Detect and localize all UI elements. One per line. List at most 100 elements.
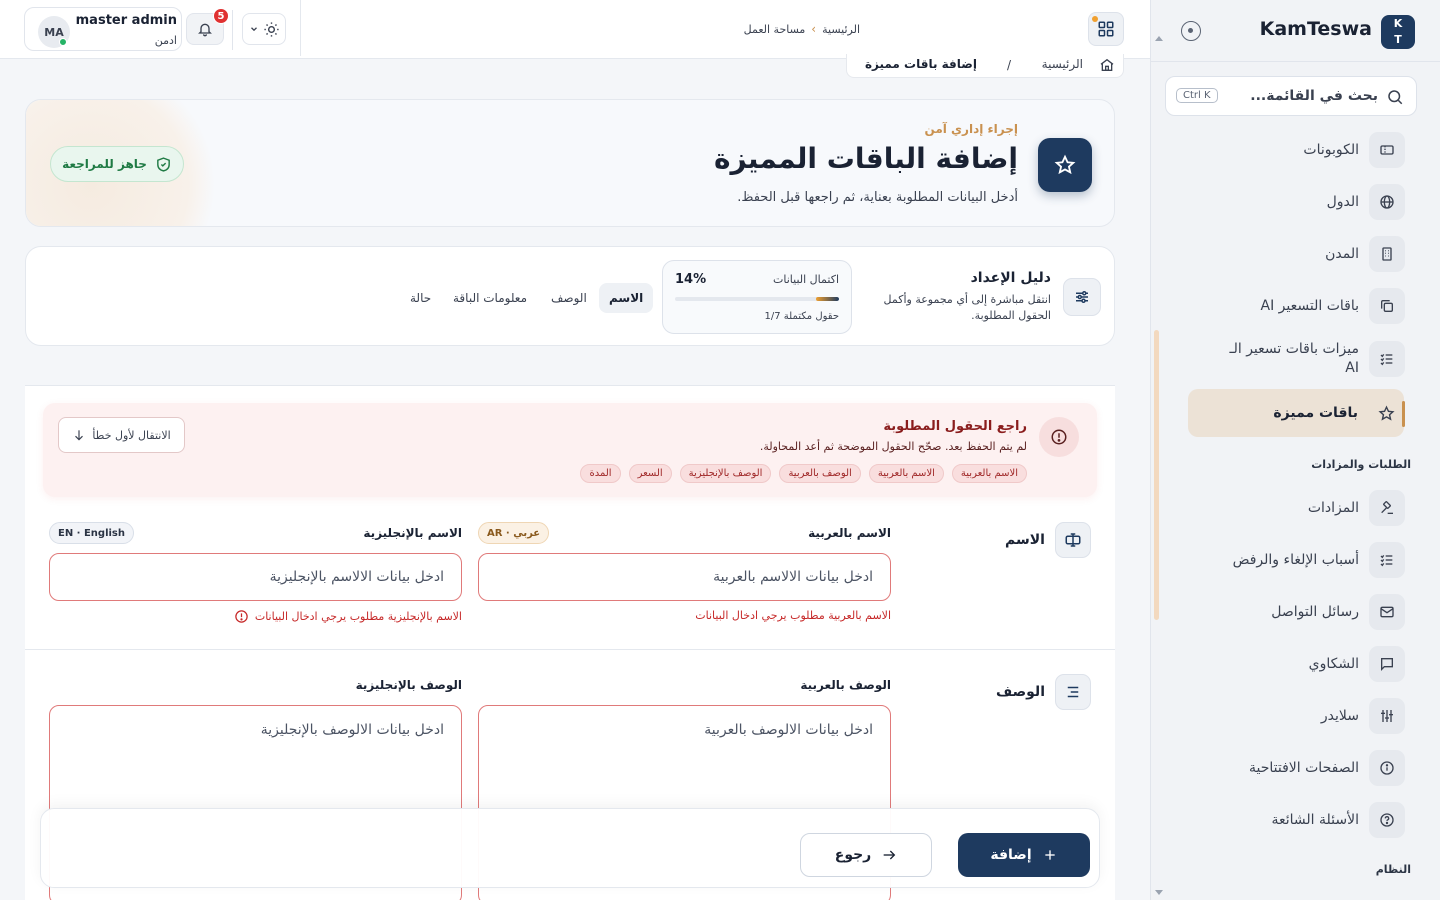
page-title: إضافة الباقات المميزة (713, 142, 1018, 175)
error-chip-list: الاسم بالعربية الاسم بالعربية الوصف بالع… (580, 464, 1027, 483)
tab-status[interactable]: حالة (400, 283, 441, 313)
copy-icon (1369, 288, 1405, 324)
shield-icon (155, 156, 172, 173)
sidebar-item-auctions[interactable]: المزادات (1189, 485, 1405, 531)
sidebar-item-coupons[interactable]: الكوبونات (1189, 127, 1405, 173)
name-ar-error: الاسم بالعربية مطلوب يرجي ادخال البيانات (695, 609, 891, 622)
sidebar-item-label: الدول (1326, 193, 1359, 210)
building-icon (1369, 236, 1405, 272)
name-ar-input[interactable]: ادخل بيانات الالاسم بالعربية (478, 553, 891, 601)
sidebar: K T KamTeswa بحث في القائمة... Ctrl K ال… (1150, 0, 1440, 900)
progress-label: اكتمال البيانات (773, 273, 839, 286)
sidebar-item-label: المدن (1325, 245, 1359, 262)
alert-circle-icon (1039, 417, 1079, 457)
page-hero: إجراء إداري آمن إضافة الباقات المميزة أد… (25, 99, 1115, 227)
name-ar-label: الاسم بالعربية (808, 526, 891, 540)
error-chip[interactable]: الوصف بالعربية (779, 464, 861, 483)
setup-guide: دليل الإعداد انتقل مباشرة إلى أي مجموعة … (25, 246, 1115, 346)
add-button-label: إضافة (990, 847, 1032, 863)
coupon-icon (1369, 132, 1405, 168)
sidebar-header: K T KamTeswa (1151, 0, 1440, 62)
form-actions-bar: إضافة رجوع (40, 808, 1100, 888)
name-en-input[interactable]: ادخل بيانات الالاسم بالإنجليزية (49, 553, 462, 601)
brand-logo[interactable]: K T (1381, 15, 1415, 49)
tab-description[interactable]: الوصف (541, 283, 597, 313)
sidebar-collapse-icon[interactable] (1181, 21, 1201, 41)
tab-name[interactable]: الاسم (599, 283, 654, 313)
breadcrumb-home-link[interactable]: الرئيسية (822, 23, 860, 36)
notifications-button[interactable]: 5 (186, 8, 229, 45)
sidebar-item-label: الكوبونات (1303, 141, 1359, 158)
home-icon[interactable] (1099, 57, 1115, 73)
completion-progress-card: اكتمال البيانات 14% 1/7 حقول مكتملة (662, 260, 852, 334)
sidebar-item-contact-messages[interactable]: رسائل التواصل (1189, 589, 1405, 635)
validation-alert: راجع الحقول المطلوبة لم يتم الحفظ بعد. ص… (43, 403, 1097, 497)
scroll-up-icon[interactable] (1155, 36, 1163, 41)
sidebar-item-countries[interactable]: الدول (1189, 179, 1405, 225)
user-role: ادمن (154, 34, 177, 47)
sidebar-item-ai-pricing[interactable]: باقات التسعير AI (1189, 283, 1405, 329)
error-chip[interactable]: المدة (580, 464, 621, 483)
sidebar-item-label: الأسئلة الشائعة (1271, 811, 1360, 828)
sidebar-item-label: أسباب الإلغاء والرفض (1232, 551, 1359, 568)
description-section-header: الوصف (996, 674, 1091, 710)
chevron-left-icon: › (811, 22, 817, 36)
add-button[interactable]: إضافة (958, 833, 1090, 877)
star-icon (1368, 395, 1404, 431)
sidebar-search-input[interactable]: بحث في القائمة... (1250, 88, 1378, 104)
error-chip[interactable]: الوصف بالإنجليزية (679, 464, 772, 483)
sidebar-item-featured-packages[interactable]: باقات مميزة (1188, 389, 1405, 437)
sliders-icon (1063, 278, 1101, 316)
sidebar-item-faq[interactable]: الأسئلة الشائعة (1189, 797, 1405, 843)
search-shortcut-badge: Ctrl K (1176, 88, 1218, 103)
sidebar-item-slider[interactable]: سلايدر (1189, 693, 1405, 739)
back-button-label: رجوع (834, 847, 872, 863)
description-ar-label: الوصف بالعربية (800, 678, 891, 692)
progress-percent: 14% (675, 272, 707, 287)
sidebar-item-complaints[interactable]: الشكاوي (1189, 641, 1405, 687)
name-section-label: الاسم (1005, 532, 1045, 548)
guide-title: دليل الإعداد (970, 270, 1051, 286)
sidebar-search[interactable]: بحث في القائمة... Ctrl K (1165, 76, 1417, 116)
bell-icon (197, 21, 213, 37)
lang-tag-ar: AR · عربي (478, 522, 550, 544)
error-chip[interactable]: السعر (628, 464, 672, 483)
brand-name: KamTeswa (1259, 18, 1372, 40)
align-text-icon (1055, 674, 1091, 710)
theme-toggle-button[interactable] (242, 13, 286, 45)
guide-subtitle: انتقل مباشرة إلى أي مجموعة وأكمل الحقول … (883, 293, 1051, 322)
sidebar-item-label: الصفحات الافتتاحية (1249, 759, 1359, 776)
sidebar-item-label: باقات التسعير AI (1260, 297, 1360, 314)
sidebar-item-ai-pricing-features[interactable]: ميزات باقات تسعير الـ AI (1189, 335, 1405, 383)
tab-package-info[interactable]: معلومات الباقة (443, 283, 537, 313)
error-chip[interactable]: الاسم بالعربية (868, 464, 944, 483)
arrow-down-icon (72, 428, 86, 442)
gavel-icon (1369, 490, 1405, 526)
section-divider (25, 649, 1115, 650)
name-section-header: الاسم (1005, 522, 1091, 558)
apps-grid-button[interactable] (1088, 12, 1124, 46)
notification-count-badge: 5 (213, 8, 229, 24)
jump-to-first-error-label: الانتقال لأول خطأ (92, 428, 171, 442)
hero-star-icon (1038, 138, 1092, 192)
user-menu[interactable]: MA master admin ادمن (24, 7, 182, 51)
list-check-icon (1369, 341, 1405, 377)
sidebar-item-cities[interactable]: المدن (1189, 231, 1405, 277)
sidebar-item-onboarding[interactable]: الصفحات الافتتاحية (1189, 745, 1405, 791)
progress-count: 1/7 حقول مكتملة (764, 311, 839, 322)
jump-to-first-error-button[interactable]: الانتقال لأول خطأ (58, 417, 185, 453)
page-subtitle: أدخل البيانات المطلوبة بعناية، ثم راجعها… (737, 190, 1018, 205)
ready-status-label: جاهز للمراجعة (62, 157, 147, 171)
hero-kicker: إجراء إداري آمن (924, 122, 1018, 136)
sidebar-item-label: ميزات باقات تسعير الـ AI (1229, 341, 1359, 376)
name-en-error-text: الاسم بالإنجليزية مطلوب يرجي ادخال البيا… (254, 610, 462, 623)
sidebar-item-cancel-reasons[interactable]: أسباب الإلغاء والرفض (1189, 537, 1405, 583)
topbar: MA master admin ادمن 5 الرئيسية › مساحة … (0, 0, 1150, 59)
sun-icon (263, 21, 280, 38)
info-icon (1369, 750, 1405, 786)
error-chip[interactable]: الاسم بالعربية (951, 464, 1027, 483)
back-button[interactable]: رجوع (800, 833, 932, 877)
online-status-dot (59, 38, 67, 46)
text-cursor-icon (1055, 522, 1091, 558)
breadcrumb-home-link[interactable]: الرئيسية (1042, 57, 1083, 71)
